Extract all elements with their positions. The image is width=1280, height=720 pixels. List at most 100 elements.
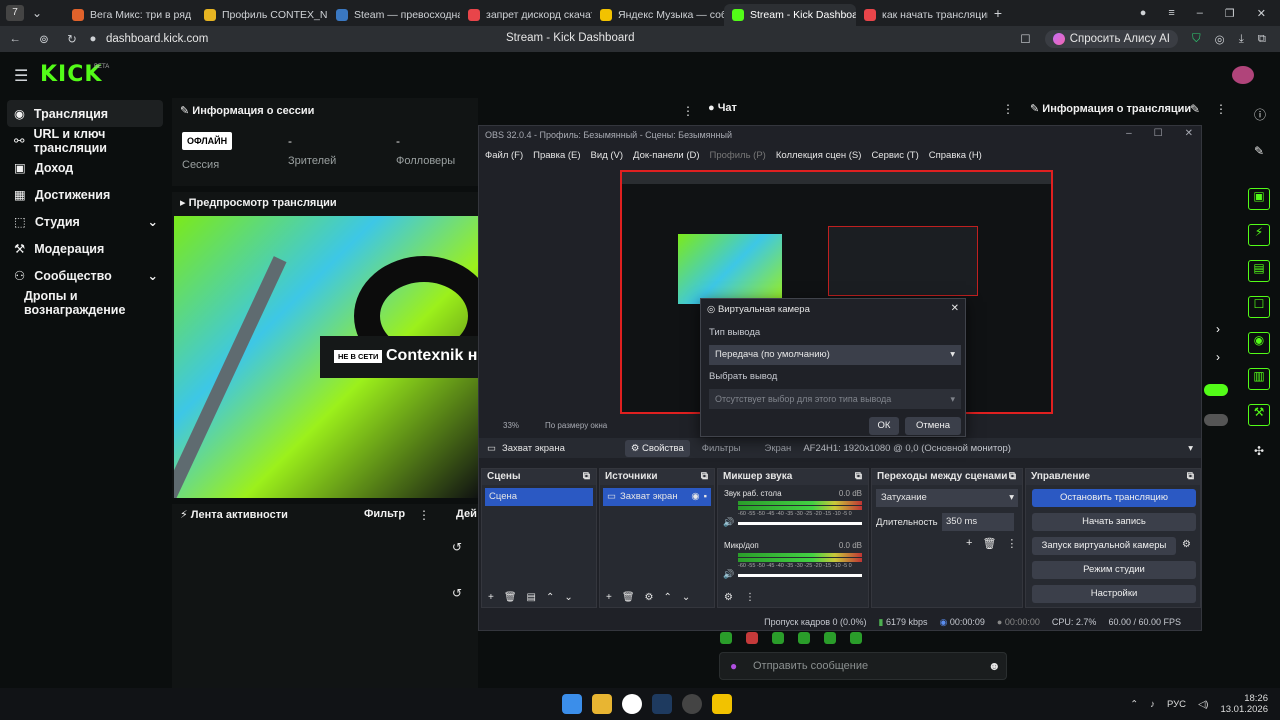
hamburger-icon[interactable]: ☰ xyxy=(14,66,28,86)
transition-select[interactable]: Затухание ▾ xyxy=(876,489,1018,507)
lock-icon[interactable]: ▪ xyxy=(704,488,707,506)
more-icon[interactable]: ⋮ xyxy=(1215,102,1227,116)
menu-icon[interactable]: ≡ xyxy=(1168,7,1174,20)
more-icon[interactable]: ⋮ xyxy=(745,592,755,603)
sidebar-item-stream-key[interactable]: ⚯ URL и ключ трансляции xyxy=(0,127,170,155)
trash-icon[interactable]: 🗑 xyxy=(622,592,635,603)
close-icon[interactable]: ✕ xyxy=(1257,7,1266,20)
chevron-up-icon[interactable]: ⌃ xyxy=(546,592,554,603)
avatar[interactable] xyxy=(1232,66,1254,84)
chevron-down-icon[interactable]: ⌄ xyxy=(148,268,158,283)
menu-docks[interactable]: Док-панели (D) xyxy=(633,150,699,161)
shortcut-icon[interactable]: ▤ xyxy=(1248,260,1270,282)
emote-icon[interactable] xyxy=(824,632,836,644)
undock-icon[interactable]: ⧉ xyxy=(1009,469,1016,485)
emote-icon[interactable] xyxy=(798,632,810,644)
shield-icon[interactable]: ⊚ xyxy=(30,32,58,46)
volume-slider[interactable] xyxy=(738,522,862,525)
protect-icon[interactable]: ⛉ xyxy=(1192,33,1201,46)
close-icon[interactable]: ✕ xyxy=(1185,128,1193,139)
steam-icon[interactable] xyxy=(652,694,672,714)
emote-icon[interactable] xyxy=(746,632,758,644)
minimize-icon[interactable]: – xyxy=(1126,128,1132,139)
undock-icon[interactable]: ⧉ xyxy=(855,469,862,485)
menu-file[interactable]: Файл (F) xyxy=(485,150,523,161)
account-icon[interactable]: ● xyxy=(1140,7,1147,20)
more-icon[interactable]: ⋮ xyxy=(682,104,694,118)
microphone-icon[interactable]: ♪ xyxy=(1150,699,1155,710)
zoom-mode[interactable]: По размеру окна xyxy=(545,421,607,430)
chevron-down-icon[interactable]: ⌄ xyxy=(564,592,572,603)
shortcut-icon[interactable]: ⚒ xyxy=(1248,404,1270,426)
tab-how-to-stream[interactable]: как начать трансляцию н xyxy=(856,4,988,26)
undock-icon[interactable]: ⧉ xyxy=(701,469,708,485)
settings-button[interactable]: Настройки xyxy=(1032,585,1196,603)
more-icon[interactable]: ⋮ xyxy=(418,508,430,522)
tab-vega-mix[interactable]: Вега Микс: три в ряд xyxy=(64,4,196,26)
emote-icon[interactable] xyxy=(850,632,862,644)
gear-icon[interactable]: ⚙ xyxy=(1182,539,1191,550)
tab-profile[interactable]: Профиль CONTEX_NIK xyxy=(196,4,328,26)
cancel-button[interactable]: Отмена xyxy=(905,417,961,435)
sidebar-item-broadcast[interactable]: ◉ Трансляция xyxy=(7,100,163,127)
edit-icon[interactable]: ✎ xyxy=(1190,102,1200,116)
yandex-browser-icon[interactable] xyxy=(622,694,642,714)
undock-icon[interactable]: ⧉ xyxy=(583,469,590,485)
filter-icon[interactable]: ▤ xyxy=(527,592,536,603)
tab-count-icon[interactable]: 7 xyxy=(6,5,24,21)
output-type-select[interactable]: Передача (по умолчанию) ▾ xyxy=(709,345,961,365)
shortcut-icon[interactable]: ☐ xyxy=(1248,296,1270,318)
toggle-off[interactable] xyxy=(1204,414,1228,426)
add-icon[interactable]: + xyxy=(488,592,494,603)
chevron-down-icon[interactable]: ▾ xyxy=(1188,443,1193,454)
sidebar-item-achievements[interactable]: ▦ Достижения xyxy=(0,181,170,208)
refresh-icon[interactable]: ↺ xyxy=(452,586,462,600)
pencil-icon[interactable]: ✎ xyxy=(1254,144,1264,158)
sidebar-item-moderation[interactable]: ⚒ Модерация xyxy=(0,235,170,262)
duration-input[interactable]: 350 ms xyxy=(942,513,1014,531)
zoom-level[interactable]: 33% xyxy=(503,421,519,430)
emote-icon[interactable] xyxy=(772,632,784,644)
volume-icon[interactable]: ◁) xyxy=(1198,699,1208,710)
tab-yandex-music[interactable]: Яндекс Музыка — собира xyxy=(592,4,724,26)
source-item[interactable]: ▭ Захват экран ◉ ▪ xyxy=(603,488,711,506)
menu-edit[interactable]: Правка (E) xyxy=(533,150,580,161)
stop-stream-button[interactable]: Остановить трансляцию xyxy=(1032,489,1196,507)
properties-button[interactable]: ⚙ Свойства xyxy=(624,439,690,457)
chat-input[interactable]: ● Отправить сообщение ☻ xyxy=(719,652,1007,680)
trash-icon[interactable]: 🗑 xyxy=(982,537,996,550)
sidebar-item-studio[interactable]: ⬚ Студия ⌄ xyxy=(0,208,170,235)
microphone-icon[interactable]: ● xyxy=(730,659,737,673)
shortcut-icon[interactable]: ◉ xyxy=(1248,332,1270,354)
tab-kick-dashboard[interactable]: Stream - Kick Dashboard✕ xyxy=(724,4,856,26)
alice-button[interactable]: Спросить Алису AI xyxy=(1044,30,1179,48)
toggle-on[interactable] xyxy=(1204,384,1228,396)
clock[interactable]: 18:26 13.01.2026 xyxy=(1220,693,1268,715)
settings-icon[interactable]: ✣ xyxy=(1254,444,1264,458)
undock-icon[interactable]: ⧉ xyxy=(1187,469,1194,485)
studio-mode-button[interactable]: Режим студии xyxy=(1032,561,1196,579)
screen-select[interactable]: AF24H1: 1920x1080 @ 0,0 (Основной монито… xyxy=(803,443,1011,454)
translate-icon[interactable]: ◎ xyxy=(1215,32,1225,46)
gear-icon[interactable]: ⚙ xyxy=(724,592,733,603)
menu-profile[interactable]: Профиль (P) xyxy=(710,150,766,161)
explorer-icon[interactable] xyxy=(592,694,612,714)
speaker-icon[interactable]: 🔊 xyxy=(723,517,734,528)
menu-scene-collection[interactable]: Коллекция сцен (S) xyxy=(776,150,862,161)
speaker-icon[interactable]: 🔊 xyxy=(723,569,734,580)
minimize-icon[interactable]: – xyxy=(1197,7,1203,20)
back-icon[interactable]: ← xyxy=(0,33,30,45)
new-tab-icon[interactable]: + xyxy=(988,5,1008,21)
volume-slider[interactable] xyxy=(738,574,862,577)
gear-icon[interactable]: ⚙ xyxy=(645,592,654,603)
menu-view[interactable]: Вид (V) xyxy=(591,150,624,161)
menu-tools[interactable]: Сервис (T) xyxy=(871,150,918,161)
language-indicator[interactable]: РУС xyxy=(1167,699,1186,710)
ok-button[interactable]: ОК xyxy=(869,417,899,435)
trash-icon[interactable]: 🗑 xyxy=(504,592,517,603)
more-icon[interactable]: ⋮ xyxy=(1002,102,1014,116)
start-record-button[interactable]: Начать запись xyxy=(1032,513,1196,531)
restore-icon[interactable]: ☐ xyxy=(1154,128,1163,139)
emote-icon[interactable] xyxy=(720,632,732,644)
sidebar-item-income[interactable]: ▣ Доход xyxy=(0,154,170,181)
